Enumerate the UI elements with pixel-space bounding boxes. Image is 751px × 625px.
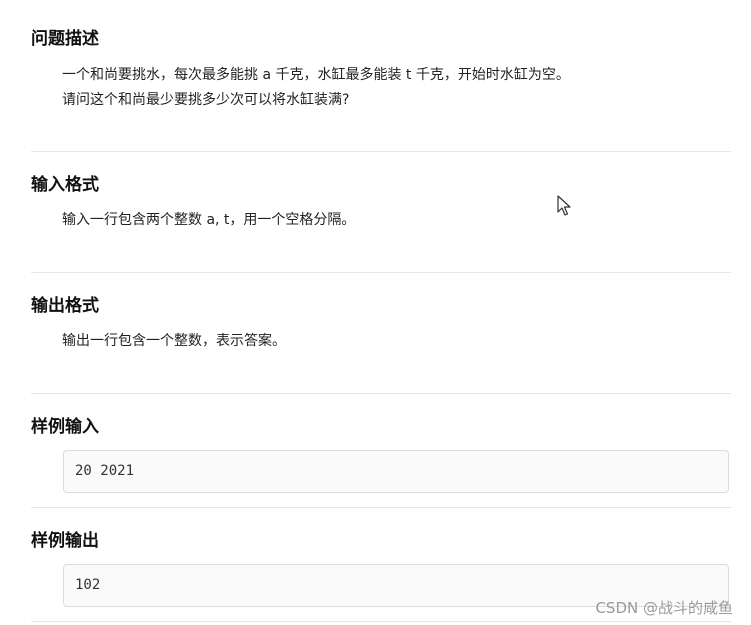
description-line-2: 请问这个和尚最少要挑多少次可以将水缸装满?	[62, 92, 350, 108]
mouse-pointer-icon	[557, 195, 571, 216]
divider	[31, 393, 731, 394]
section-title-sample-output: 样例输出	[31, 531, 99, 551]
input-format-text: 输入一行包含两个整数 a, t，用一个空格分隔。	[62, 212, 356, 228]
section-title-sample-input: 样例输入	[31, 417, 99, 437]
section-title-description: 问题描述	[31, 29, 99, 49]
section-title-input-format: 输入格式	[31, 175, 99, 195]
description-line-1: 一个和尚要挑水，每次最多能挑 a 千克，水缸最多能装 t 千克，开始时水缸为空。	[62, 67, 570, 83]
watermark-text: CSDN @战斗的咸鱼	[595, 599, 733, 617]
divider	[31, 272, 731, 273]
sample-input-codebox[interactable]: 20 2021	[63, 450, 729, 493]
output-format-text: 输出一行包含一个整数，表示答案。	[62, 333, 286, 349]
section-title-output-format: 输出格式	[31, 296, 99, 316]
sample-output-code: 102	[75, 577, 101, 593]
sample-input-code: 20 2021	[75, 463, 135, 479]
divider	[31, 151, 731, 152]
divider	[31, 507, 731, 508]
divider	[31, 621, 731, 622]
